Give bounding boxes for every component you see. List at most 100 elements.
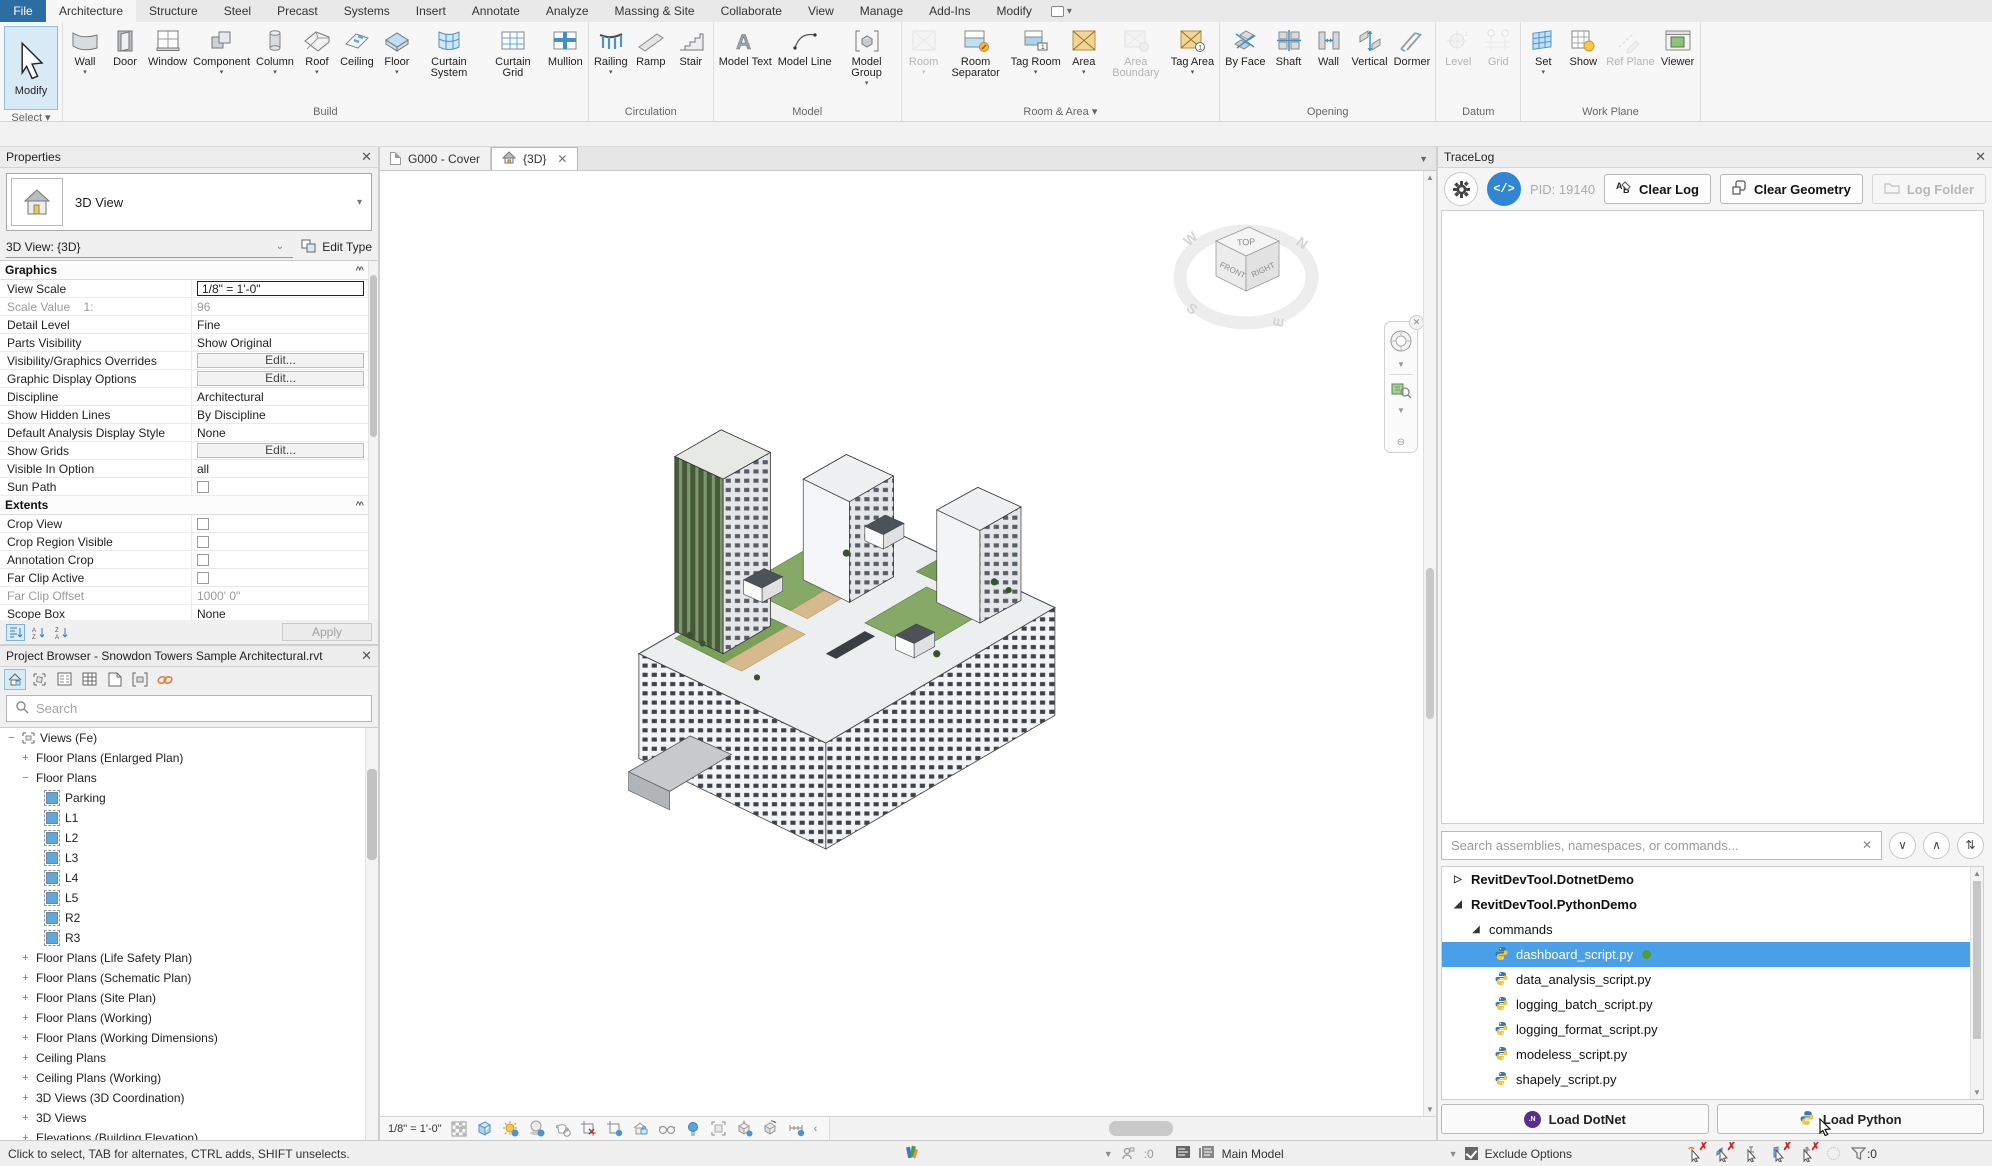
tool-wall[interactable]: Wall ▾: [65, 24, 105, 77]
sun-path-checkbox[interactable]: [197, 480, 209, 493]
property-row[interactable]: Visibility/Graphics Overrides Edit...: [0, 352, 378, 370]
tool-railing[interactable]: Railing ▾: [591, 24, 631, 77]
apply-button[interactable]: Apply: [282, 623, 372, 641]
tree-item[interactable]: + Floor Plans (Working): [0, 1008, 378, 1028]
navbar-close-icon[interactable]: ✕: [1409, 315, 1424, 330]
options-chevron-icon[interactable]: ▼: [1449, 1149, 1458, 1159]
crop-view-icon[interactable]: [580, 1120, 598, 1138]
browser-tables-icon[interactable]: [79, 669, 101, 690]
group-label-work-plane[interactable]: Work Plane: [1523, 104, 1697, 121]
graphic-display-edit-button[interactable]: Edit...: [197, 371, 364, 386]
script-item[interactable]: logging_batch_script.py: [1442, 992, 1983, 1017]
tree-node-dotnet[interactable]: ▷ RevitDevTool.DotnetDemo: [1442, 867, 1983, 892]
tool-ramp[interactable]: Ramp: [631, 24, 671, 69]
visual-style-icon[interactable]: [476, 1120, 494, 1138]
view-tab-list-icon[interactable]: ▼: [1419, 147, 1436, 170]
prev-match-button[interactable]: ∧: [1923, 831, 1950, 859]
section-graphics[interactable]: Graphics ^^: [0, 261, 378, 280]
3d-lock-icon[interactable]: [632, 1120, 650, 1138]
tool-curtain-grid[interactable]: Curtain Grid: [481, 24, 545, 80]
tree-item[interactable]: + Floor Plans (Schematic Plan): [0, 968, 378, 988]
tool-model-text[interactable]: A Model Text: [716, 24, 775, 69]
exclude-options-checkbox[interactable]: [1464, 1147, 1478, 1160]
modify-button[interactable]: Modify: [4, 26, 58, 110]
sun-path-icon[interactable]: [502, 1120, 520, 1138]
tracelog-close-icon[interactable]: ✕: [1975, 149, 1986, 165]
design-options-icon[interactable]: [1198, 1145, 1215, 1162]
tab-massing-site[interactable]: Massing & Site: [602, 0, 708, 22]
load-dotnet-button[interactable]: .N Load DotNet: [1441, 1104, 1709, 1134]
tree-item-plan[interactable]: L2: [0, 828, 378, 848]
sort-az-icon[interactable]: AZ: [29, 624, 48, 641]
measure-icon[interactable]: [788, 1120, 806, 1138]
tree-item[interactable]: + Elevations (Building Elevation): [0, 1128, 378, 1140]
tree-item-plan[interactable]: Parking: [0, 788, 378, 808]
select-by-face-icon[interactable]: ✗: [1771, 1141, 1792, 1162]
tool-door[interactable]: Door: [105, 24, 145, 69]
tab-insert[interactable]: Insert: [403, 0, 459, 22]
tree-item-plan[interactable]: L5: [0, 888, 378, 908]
tool-wall-opening[interactable]: Wall: [1309, 24, 1349, 69]
tool-viewer[interactable]: Viewer: [1658, 24, 1698, 69]
editing-requests-icon[interactable]: [1120, 1145, 1137, 1162]
browser-links-icon[interactable]: [154, 669, 176, 690]
tool-window[interactable]: Window: [145, 24, 190, 69]
selection-box-icon[interactable]: [710, 1120, 728, 1138]
tab-analyze[interactable]: Analyze: [533, 0, 602, 22]
tree-item[interactable]: +3D Views: [0, 1108, 378, 1128]
navbar-chevron-icon[interactable]: ▼: [1397, 360, 1405, 369]
browser-home-icon[interactable]: [4, 669, 26, 690]
active-workset-icon[interactable]: [1175, 1145, 1191, 1162]
property-row[interactable]: Annotation Crop: [0, 551, 378, 569]
select-links-icon[interactable]: ✗: [1687, 1141, 1708, 1162]
render-icon[interactable]: [554, 1120, 572, 1138]
tab-manage[interactable]: Manage: [847, 0, 916, 22]
tracelog-search-input[interactable]: [1451, 837, 1856, 853]
worksharing-status-icon[interactable]: [905, 1145, 919, 1163]
group-label-room-area[interactable]: Room & Area ▾: [904, 104, 1218, 121]
tree-item[interactable]: − Floor Plans: [0, 768, 378, 788]
script-item[interactable]: data_analysis_script.py: [1442, 967, 1983, 992]
canvas-vscroll-thumb[interactable]: [1426, 567, 1434, 720]
property-row[interactable]: Visible In Option all: [0, 460, 378, 478]
group-label-opening[interactable]: Opening: [1222, 104, 1433, 121]
property-row[interactable]: Parts Visibility Show Original: [0, 334, 378, 352]
tool-tag-area[interactable]: 1 Tag Area ▾: [1168, 24, 1217, 77]
search-clear-icon[interactable]: ✕: [1862, 838, 1872, 852]
property-row[interactable]: Crop View: [0, 515, 378, 533]
group-label-circulation[interactable]: Circulation: [591, 104, 711, 121]
tool-model-group[interactable]: Model Group ▾: [835, 24, 899, 88]
view-scale-input[interactable]: 1/8" = 1'-0": [197, 281, 364, 296]
edit-type-button[interactable]: Edit Type: [301, 239, 372, 256]
tool-dormer[interactable]: Dormer: [1391, 24, 1434, 69]
tree-item[interactable]: + Ceiling Plans: [0, 1048, 378, 1068]
view-scale-control[interactable]: 1/8" = 1'-0": [388, 1123, 442, 1135]
crop-region-icon[interactable]: [606, 1120, 624, 1138]
script-item[interactable]: logging_format_script.py: [1442, 1017, 1983, 1042]
script-item[interactable]: shapely_script.py: [1442, 1067, 1983, 1092]
tool-mullion[interactable]: Mullion: [545, 24, 586, 69]
browser-scrollbar[interactable]: [365, 728, 378, 1140]
tab-addins[interactable]: Add-Ins: [916, 0, 983, 22]
properties-scrollbar[interactable]: [368, 261, 378, 620]
group-label-build[interactable]: Build: [65, 104, 586, 121]
tool-shaft[interactable]: Shaft: [1269, 24, 1309, 69]
view-tab-3d[interactable]: {3D} ✕: [491, 147, 579, 170]
code-console-button[interactable]: </>: [1487, 172, 1521, 206]
group-label-datum[interactable]: Datum: [1438, 104, 1518, 121]
worksets-chevron-icon[interactable]: ▼: [1104, 1149, 1113, 1159]
tool-column[interactable]: Column ▾: [253, 24, 297, 77]
tree-item[interactable]: + Ceiling Plans (Working): [0, 1068, 378, 1088]
zoom-tool-icon[interactable]: [1390, 380, 1412, 403]
browser-groups-icon[interactable]: [129, 669, 151, 690]
sort-za-icon[interactable]: ZA: [52, 624, 71, 641]
tab-modify[interactable]: Modify: [984, 0, 1045, 22]
tool-model-line[interactable]: Model Line: [775, 24, 835, 69]
vg-overrides-edit-button[interactable]: Edit...: [197, 353, 364, 368]
project-browser-close-icon[interactable]: ✕: [361, 648, 372, 664]
property-row[interactable]: Graphic Display Options Edit...: [0, 370, 378, 388]
select-underlay-icon[interactable]: ✗: [1715, 1141, 1736, 1162]
type-selector[interactable]: 3D View ▾: [6, 173, 372, 231]
view-tab-cover[interactable]: G000 - Cover: [380, 147, 492, 170]
selection-filter[interactable]: :0: [1850, 1147, 1877, 1161]
